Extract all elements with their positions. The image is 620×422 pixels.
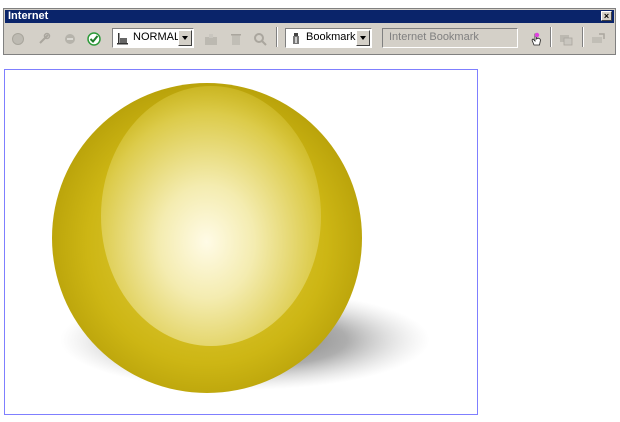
bookmark-combo[interactable]: Bookmark <box>285 28 372 48</box>
link-icon[interactable] <box>558 31 574 47</box>
window-title: Internet <box>8 10 49 22</box>
bookmark-pin-icon <box>293 33 299 44</box>
drawing-canvas[interactable] <box>4 69 478 415</box>
search-bookmark-icon[interactable] <box>252 31 268 47</box>
close-button[interactable]: × <box>601 11 612 21</box>
bookmark-name-field[interactable]: Internet Bookmark <box>382 28 518 48</box>
mode-combo-value: NORMAL <box>133 31 181 43</box>
title-bar[interactable]: Internet × <box>5 10 614 23</box>
unlink-icon[interactable] <box>590 31 606 47</box>
mode-combo[interactable]: NORMAL <box>112 28 194 48</box>
bookmark-combo-dropdown[interactable] <box>356 30 370 46</box>
check-icon[interactable] <box>86 31 102 47</box>
toolbar-separator <box>582 27 584 47</box>
flag-icon <box>117 33 128 45</box>
sphere-graphic[interactable] <box>5 70 477 414</box>
close-icon: × <box>603 11 610 21</box>
web-stop-icon[interactable] <box>62 31 78 47</box>
add-bookmark-icon[interactable] <box>203 31 219 47</box>
web-back-icon[interactable] <box>10 31 26 47</box>
toolbar-separator <box>276 27 278 47</box>
bookmark-combo-value: Bookmark <box>306 31 356 43</box>
sphere-highlight <box>101 86 321 346</box>
delete-bookmark-icon[interactable] <box>228 31 244 47</box>
mode-combo-dropdown[interactable] <box>178 30 192 46</box>
toolbar-separator <box>550 27 552 47</box>
hand-pointer-icon[interactable] <box>528 31 544 47</box>
web-refresh-icon[interactable] <box>36 31 52 47</box>
